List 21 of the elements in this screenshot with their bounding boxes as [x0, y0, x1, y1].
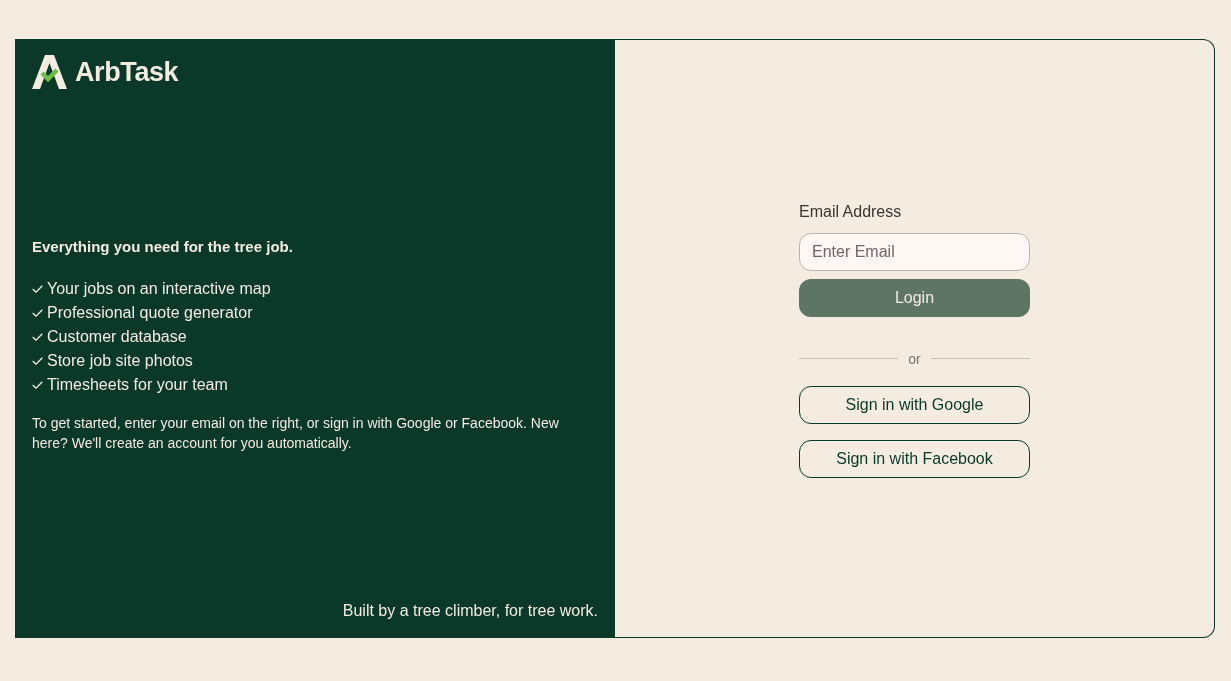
check-icon	[32, 309, 43, 317]
check-icon	[32, 285, 43, 293]
sign-in-button[interactable]: Sign in with Facebook	[799, 439, 1030, 478]
check-icon	[32, 381, 43, 389]
check-icon	[32, 357, 43, 365]
intro-text: To get started, enter your email on the right, or sign in with Google or Facebook. New here? We'll create an account for you automatically.	[32, 414, 560, 453]
feature-text: Store job site photos	[47, 351, 193, 371]
sign-in-button[interactable]: Sign in with Google	[799, 385, 1030, 424]
divider-text: or	[908, 350, 921, 367]
email-label: Email Address	[799, 201, 903, 222]
brand-name: ArbTask	[75, 56, 179, 89]
feature-text: Customer database	[47, 327, 187, 347]
logo-icon	[32, 55, 67, 89]
check-icon	[32, 333, 43, 341]
feature-text: Timesheets for your team	[47, 375, 228, 395]
intro-heading: Everything you need for the tree job.	[32, 237, 294, 257]
feature-text: Professional quote generator	[47, 303, 253, 323]
footer-tagline: Built by a tree climber, for tree work.	[342, 601, 598, 621]
login-button[interactable]: Login	[799, 278, 1030, 317]
email-field[interactable]: Enter Email	[799, 232, 1030, 271]
feature-text: Your jobs on an interactive map	[47, 279, 271, 299]
